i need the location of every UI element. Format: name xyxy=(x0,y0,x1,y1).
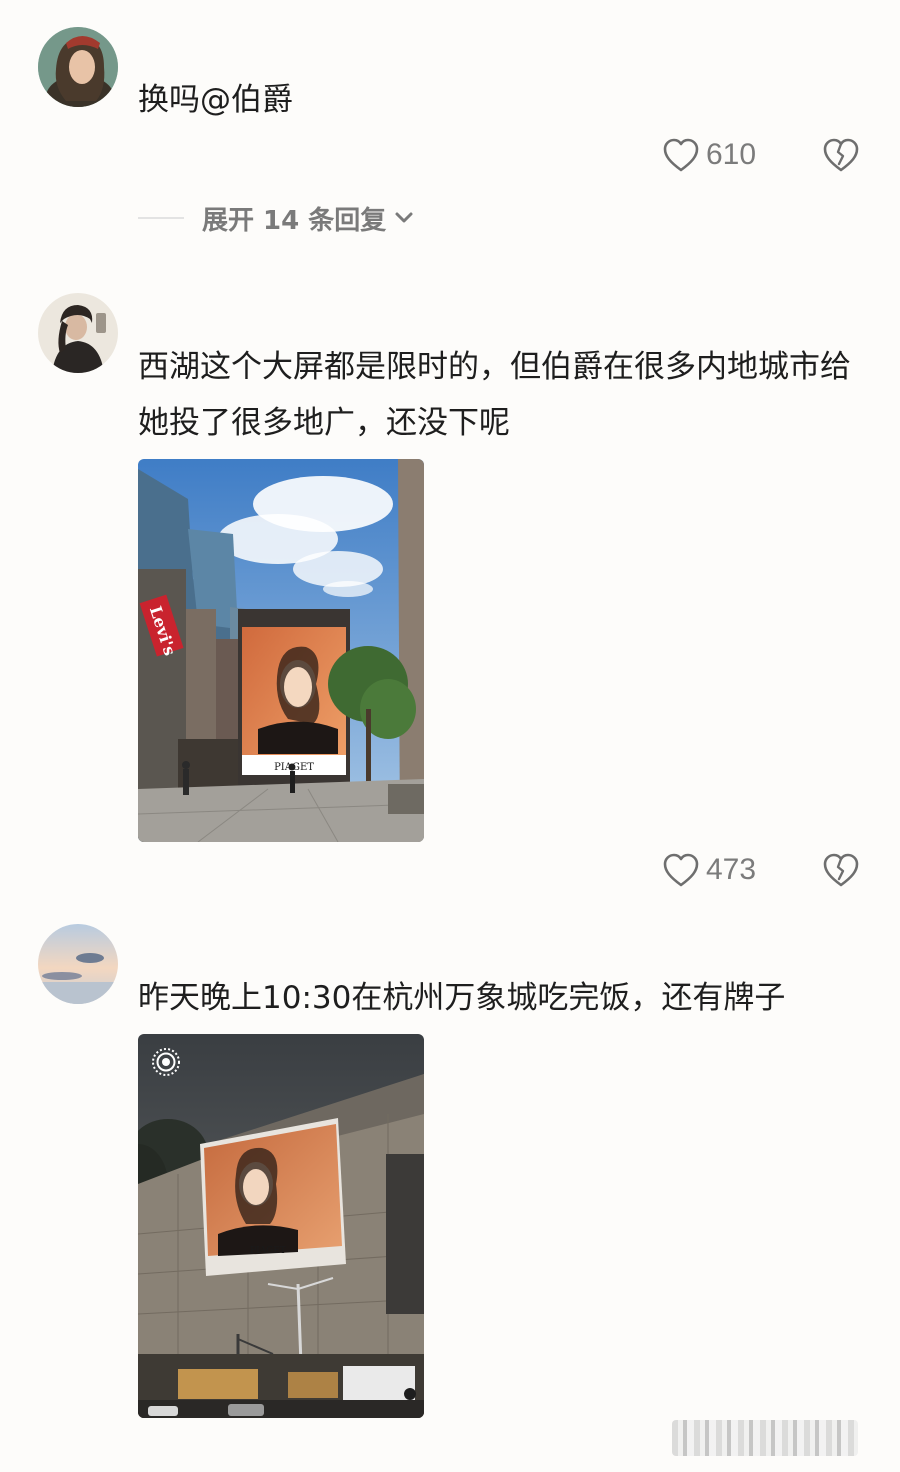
divider xyxy=(138,217,184,219)
dislike-button[interactable] xyxy=(822,852,860,888)
heart-outline-icon xyxy=(663,853,699,887)
broken-heart-icon xyxy=(823,853,859,887)
dislike-button[interactable] xyxy=(822,137,860,173)
broken-heart-icon xyxy=(823,138,859,172)
like-button[interactable]: 473 xyxy=(662,852,776,888)
heart-outline-icon xyxy=(663,138,699,172)
comment-text: 昨天晚上10:30在杭州万象城吃完饭，还有牌子 xyxy=(138,980,786,1016)
comment-actions: 473 xyxy=(662,845,860,895)
billboard-brand-text: PIAGET xyxy=(250,1246,286,1256)
expand-replies-button[interactable]: 展开 14 条回复 xyxy=(138,200,414,236)
avatar[interactable] xyxy=(38,924,118,1004)
chevron-down-icon xyxy=(395,212,413,223)
comment-photo[interactable]: PIAGET xyxy=(138,1034,424,1418)
avatar[interactable] xyxy=(38,293,118,373)
expand-replies-label: 展开 14 条回复 xyxy=(202,205,387,236)
comment-text: 换吗@伯爵 xyxy=(138,82,293,118)
like-count: 473 xyxy=(706,853,757,886)
comment-text: 西湖这个大屏都是限时的，但伯爵在很多内地城市给她投了很多地广，还没下呢 xyxy=(138,349,851,441)
like-button[interactable]: 610 xyxy=(662,137,776,173)
like-count: 610 xyxy=(706,138,757,171)
watermark xyxy=(672,1420,858,1456)
comment-actions: 610 xyxy=(662,130,860,180)
comment-photo[interactable]: Levi's PIAGET xyxy=(138,459,424,842)
avatar[interactable] xyxy=(38,27,118,107)
